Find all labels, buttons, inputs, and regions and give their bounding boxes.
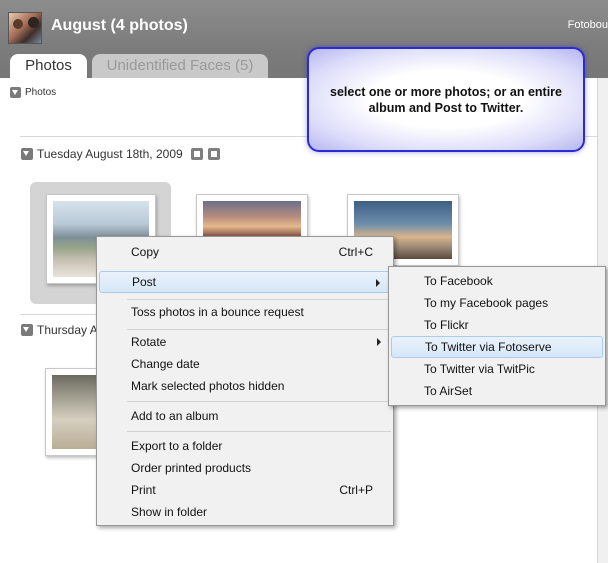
menu-item-label: Post bbox=[132, 275, 157, 289]
menu-item-order-prints[interactable]: Order printed products bbox=[99, 457, 391, 479]
menu-item-to-airset[interactable]: To AirSet bbox=[391, 380, 603, 402]
collapse-toggle-icon[interactable] bbox=[10, 87, 21, 98]
menu-item-label: Rotate bbox=[131, 335, 167, 349]
menu-item-label: Toss photos in a bounce request bbox=[131, 305, 304, 319]
menu-item-label: Export to a folder bbox=[131, 439, 223, 453]
callout-text: select one or more photos; or an entire … bbox=[330, 84, 562, 115]
menu-item-mark-hidden[interactable]: Mark selected photos hidden bbox=[99, 375, 391, 397]
menu-item-copy[interactable]: Copy Ctrl+C bbox=[99, 241, 391, 263]
menu-item-to-facebook-pages[interactable]: To my Facebook pages bbox=[391, 292, 603, 314]
menu-separator bbox=[127, 329, 391, 330]
menu-item-post[interactable]: Post bbox=[99, 271, 391, 293]
menu-item-change-date[interactable]: Change date bbox=[99, 353, 391, 375]
menu-item-label: Order printed products bbox=[131, 461, 252, 475]
photo-image bbox=[52, 375, 98, 449]
menu-item-label: To Flickr bbox=[424, 318, 469, 332]
submenu-arrow-icon bbox=[377, 338, 381, 346]
menu-item-to-twitter-fotoserve[interactable]: To Twitter via Fotoserve bbox=[391, 336, 603, 358]
menu-item-label: Add to an album bbox=[131, 409, 219, 423]
menu-item-label: To Facebook bbox=[424, 274, 493, 288]
menu-separator bbox=[127, 401, 391, 402]
menu-item-toss-bounce-request[interactable]: Toss photos in a bounce request bbox=[99, 301, 391, 323]
deselect-icon[interactable] bbox=[208, 148, 220, 160]
menu-shortcut: Ctrl+C bbox=[338, 245, 373, 259]
menu-item-label: Mark selected photos hidden bbox=[131, 379, 285, 393]
menu-item-label: Change date bbox=[131, 357, 200, 371]
menu-separator bbox=[127, 299, 391, 300]
menu-item-to-twitter-twitpic[interactable]: To Twitter via TwitPic bbox=[391, 358, 603, 380]
submenu-arrow-icon bbox=[376, 279, 380, 287]
group-date-label: Thursday A bbox=[37, 323, 98, 337]
menu-item-add-to-album[interactable]: Add to an album bbox=[99, 405, 391, 427]
menu-item-label: Show in folder bbox=[131, 505, 208, 519]
menu-item-show-in-folder[interactable]: Show in folder bbox=[99, 501, 391, 523]
menu-item-label: To Twitter via Fotoserve bbox=[425, 340, 552, 354]
tab-photos[interactable]: Photos bbox=[10, 54, 87, 78]
menu-shortcut: Ctrl+P bbox=[339, 483, 373, 497]
menu-item-to-facebook[interactable]: To Facebook bbox=[391, 270, 603, 292]
menu-item-export-folder[interactable]: Export to a folder bbox=[99, 435, 391, 457]
menu-item-label: To AirSet bbox=[424, 384, 473, 398]
group-date-label: Tuesday August 18th, 2009 bbox=[37, 147, 183, 161]
group-collapse-icon[interactable] bbox=[21, 324, 33, 336]
select-all-icon[interactable] bbox=[191, 148, 203, 160]
menu-separator bbox=[127, 431, 391, 432]
tab-unidentified-faces[interactable]: Unidentified Faces (5) bbox=[92, 54, 268, 78]
instruction-callout: select one or more photos; or an entire … bbox=[307, 47, 585, 152]
menu-item-print[interactable]: Print Ctrl+P bbox=[99, 479, 391, 501]
group-divider bbox=[20, 314, 100, 315]
brand-logo-text: Fotobou bbox=[567, 19, 608, 31]
menu-item-label: To Twitter via TwitPic bbox=[424, 362, 535, 376]
context-menu: Copy Ctrl+C Post Toss photos in a bounce… bbox=[96, 236, 394, 526]
menu-item-label: To my Facebook pages bbox=[424, 296, 549, 310]
post-submenu: To Facebook To my Facebook pages To Flic… bbox=[388, 266, 606, 406]
menu-item-to-flickr[interactable]: To Flickr bbox=[391, 314, 603, 336]
album-title: August (4 photos) bbox=[51, 17, 188, 34]
menu-item-label: Copy bbox=[131, 245, 160, 259]
menu-item-rotate[interactable]: Rotate bbox=[99, 331, 391, 353]
menu-item-label: Print bbox=[131, 483, 156, 497]
group-collapse-icon[interactable] bbox=[21, 148, 33, 160]
section-label-photos: Photos bbox=[25, 87, 57, 98]
album-avatar bbox=[8, 12, 42, 44]
